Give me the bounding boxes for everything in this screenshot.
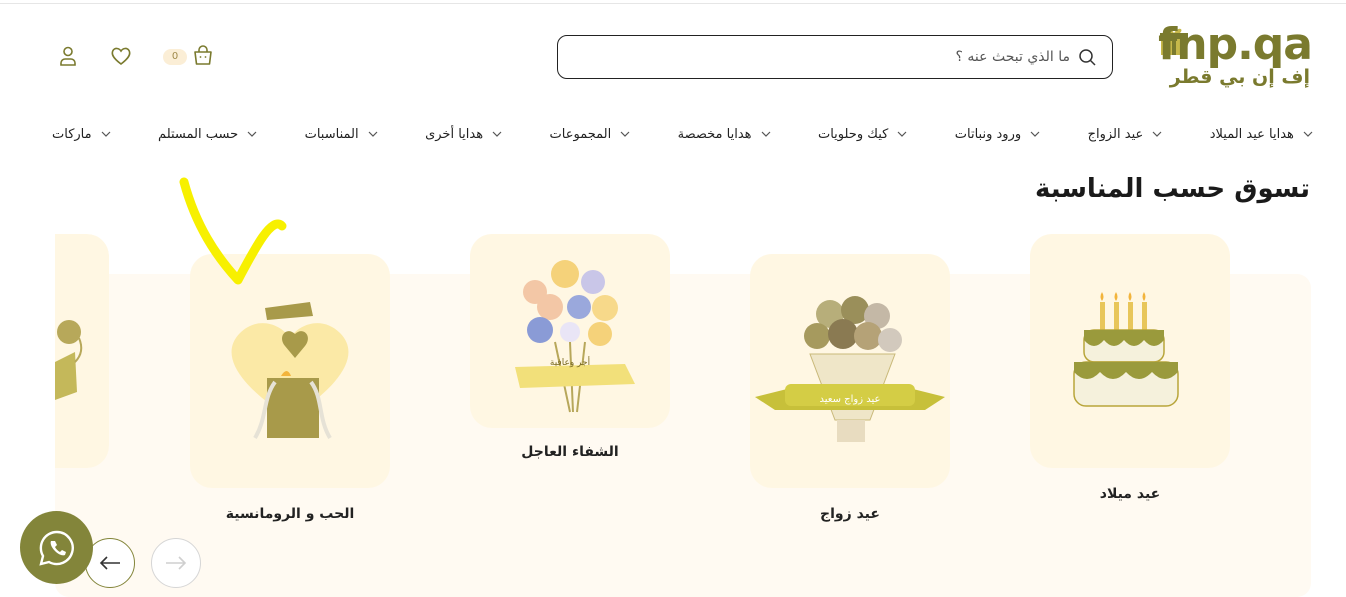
chevron-down-icon <box>492 131 502 137</box>
flower-bouquet-icon <box>515 260 635 413</box>
whatsapp-icon <box>38 530 74 566</box>
carousel-next-button[interactable] <box>151 538 201 588</box>
ribbon-text: عيد زواج سعيد <box>819 394 881 405</box>
whatsapp-button[interactable] <box>20 511 93 584</box>
nav-item-label: هدايا عيد الميلاد <box>1209 126 1294 142</box>
nav-item-other-gifts[interactable]: هدايا أخرى <box>425 127 503 142</box>
search-icon[interactable] <box>1078 48 1096 66</box>
chevron-down-icon <box>761 131 770 137</box>
occasion-card-birthday[interactable] <box>1030 234 1230 468</box>
occasion-card-love-romance[interactable] <box>190 254 390 488</box>
user-account-icon[interactable] <box>56 44 80 68</box>
nav-item-personalized-gifts[interactable]: هدايا مخصصة <box>678 127 772 142</box>
arrow-left-icon <box>99 556 120 570</box>
nav-item-cakes-sweets[interactable]: كيك وحلويات <box>818 127 908 142</box>
main-nav: هدايا عيد الميلاد عيد الزواج ورود ونباتا… <box>52 122 1314 146</box>
nav-item-label: ماركات <box>52 126 92 142</box>
site-logo[interactable]: fnp.qa إف إن بي قطر <box>1158 19 1313 90</box>
occasion-card-anniversary[interactable]: عيد زواج سعيد <box>750 254 950 488</box>
nav-item-label: المناسبات <box>304 126 359 142</box>
nav-item-label: كيك وحلويات <box>817 126 889 142</box>
nav-item-anniversary[interactable]: عيد الزواج <box>1088 127 1164 142</box>
occasion-label-get-well[interactable]: الشفاء العاجل <box>450 444 690 460</box>
nav-item-label: عيد الزواج <box>1087 126 1144 142</box>
occasion-card-get-well[interactable]: أجر وعافية <box>470 234 670 428</box>
nav-item-label: هدايا أخرى <box>425 126 484 142</box>
chevron-down-icon <box>1030 131 1040 137</box>
wishlist-heart-icon[interactable] <box>109 44 133 68</box>
arrow-right-icon <box>166 556 187 570</box>
section-title: تسوق حسب المناسبة <box>1034 174 1310 204</box>
nav-item-label: المجموعات <box>549 126 612 142</box>
chevron-down-icon <box>1152 131 1162 137</box>
occasion-label-birthday[interactable]: عيد ميلاد <box>1010 486 1250 502</box>
chevron-down-icon <box>101 131 111 137</box>
ribbon-text: أجر وعافية <box>549 358 591 368</box>
nav-item-occasions[interactable]: المناسبات <box>305 127 379 142</box>
cart-count-badge: 0 <box>163 49 187 65</box>
occasion-label-anniversary[interactable]: عيد زواج <box>730 506 970 522</box>
chevron-down-icon <box>247 131 257 137</box>
top-divider <box>0 3 1346 4</box>
search-input[interactable] <box>590 43 1070 71</box>
heart-gift-box-icon <box>231 302 349 440</box>
nav-item-flowers-plants[interactable]: ورود ونباتات <box>955 127 1041 142</box>
nav-item-label: حسب المستلم <box>158 126 239 142</box>
logo-text-arabic: إف إن بي قطر <box>1169 66 1310 88</box>
search-bar[interactable] <box>557 35 1113 79</box>
chevron-down-icon <box>1303 131 1313 137</box>
logo-text: fnp.qa <box>1158 19 1313 70</box>
balloon-icon <box>55 320 83 400</box>
nav-item-collections[interactable]: المجموعات <box>550 127 632 142</box>
occasion-label-love-romance[interactable]: الحب و الرومانسية <box>170 506 410 522</box>
nav-item-by-recipient[interactable]: حسب المستلم <box>158 127 258 142</box>
occasion-card-partial[interactable] <box>55 234 109 468</box>
nav-item-label: ورود ونباتات <box>954 126 1022 142</box>
chevron-down-icon <box>620 131 630 137</box>
birthday-cake-icon <box>1073 292 1179 407</box>
chevron-down-icon <box>897 131 907 137</box>
chevron-down-icon <box>368 131 378 137</box>
nav-item-label: هدايا مخصصة <box>677 126 752 142</box>
nav-item-brands[interactable]: ماركات <box>52 127 112 142</box>
nav-item-birthday-gifts[interactable]: هدايا عيد الميلاد <box>1210 127 1314 142</box>
annotation-checkmark <box>179 177 287 285</box>
anniversary-bouquet-icon <box>755 296 945 442</box>
cart-icon[interactable] <box>191 44 215 68</box>
